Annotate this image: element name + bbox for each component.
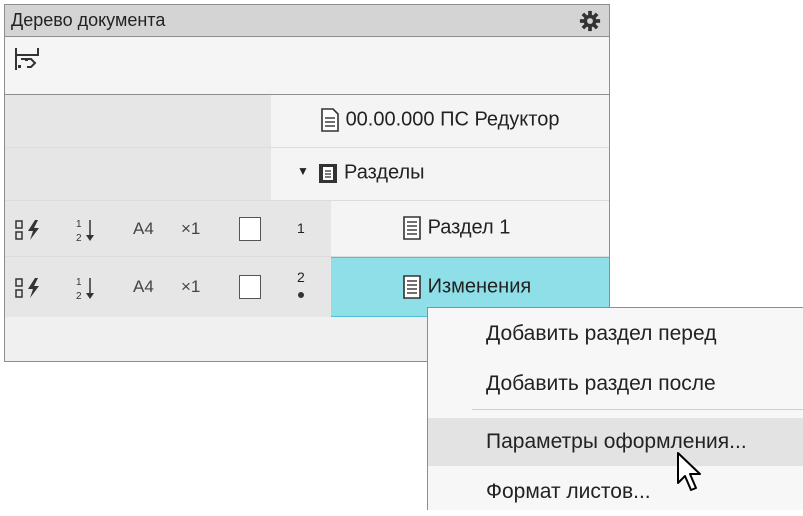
svg-text:2: 2 — [76, 291, 82, 301]
section-checkbox[interactable] — [239, 275, 261, 299]
row-attributes-area — [5, 148, 271, 201]
row-attributes-area — [5, 257, 331, 317]
row-label-wrap: Изменения — [402, 275, 531, 299]
svg-text:2: 2 — [76, 233, 82, 243]
document-icon — [403, 216, 421, 240]
section-number: 2 — [297, 269, 305, 285]
sheet-format: A4 — [133, 277, 154, 296]
panel-titlebar: Дерево документа — [5, 5, 609, 37]
menu-item-label: Формат листов... — [486, 480, 651, 503]
svg-text:1: 1 — [76, 277, 82, 288]
document-icon — [321, 108, 339, 132]
row-label-wrap: 00.00.000 ПС Редуктор — [320, 108, 559, 132]
row-label: Раздел 1 — [427, 216, 511, 239]
mouse-cursor-icon — [677, 452, 701, 491]
panel-title: Дерево документа — [11, 10, 166, 30]
sort-order-icon[interactable]: 1 2 — [75, 275, 97, 301]
menu-item-design-parameters[interactable]: Параметры оформления... — [428, 418, 803, 466]
gear-icon[interactable] — [579, 10, 601, 32]
sheet-lightning-icon[interactable] — [15, 219, 45, 241]
panel-toolbar — [5, 37, 609, 95]
row-attributes-area — [5, 201, 331, 257]
row-label: Разделы — [344, 161, 425, 184]
sort-order-icon[interactable]: 1 2 — [75, 217, 97, 243]
context-menu: Добавить раздел перед Добавить раздел по… — [427, 307, 803, 510]
active-dot-icon — [298, 292, 304, 298]
menu-item-add-section-after[interactable]: Добавить раздел после — [428, 360, 803, 408]
row-label: Изменения — [427, 275, 532, 298]
row-label-wrap: Раздел 1 — [402, 216, 510, 240]
expand-arrow-icon[interactable]: ▼ — [297, 164, 309, 178]
row-label: 00.00.000 ПС Редуктор — [345, 108, 560, 131]
section-checkbox[interactable] — [239, 217, 261, 241]
menu-item-add-section-before[interactable]: Добавить раздел перед — [428, 310, 803, 358]
sheet-multiplier: ×1 — [181, 219, 201, 238]
sheet-lightning-icon[interactable] — [15, 277, 45, 299]
folder-document-icon — [319, 164, 338, 183]
row-label-wrap: ▼ Разделы — [297, 161, 425, 185]
menu-separator — [472, 409, 803, 410]
document-icon — [403, 275, 421, 299]
menu-item-sheet-format[interactable]: Формат листов... — [428, 468, 803, 516]
svg-text:1: 1 — [76, 219, 82, 230]
menu-item-label: Добавить раздел перед — [486, 322, 717, 345]
sheet-multiplier: ×1 — [181, 277, 201, 296]
tree-structure-icon[interactable] — [13, 45, 41, 73]
tree-row-section-1[interactable]: 1 2 A4 ×1 1 Раздел 1 — [5, 201, 609, 257]
menu-item-label: Добавить раздел после — [486, 372, 716, 395]
tree-row-sections[interactable]: ▼ Разделы — [5, 148, 609, 201]
sheet-format: A4 — [133, 219, 154, 238]
section-number: 1 — [297, 220, 305, 236]
row-attributes-area — [5, 95, 271, 148]
tree-row-product[interactable]: 00.00.000 ПС Редуктор — [5, 95, 609, 148]
